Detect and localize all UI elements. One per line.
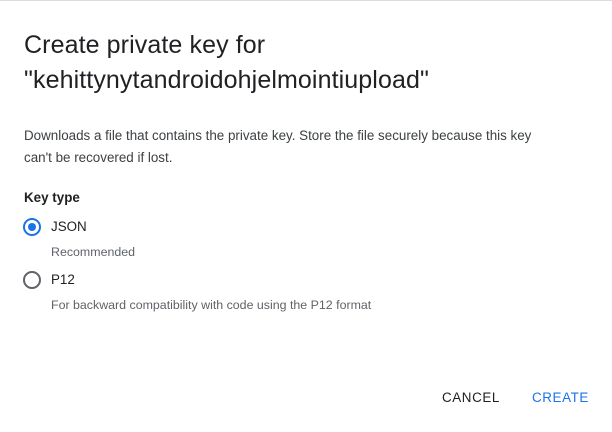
- key-type-option-json[interactable]: JSON: [23, 218, 87, 236]
- key-type-option-p12[interactable]: P12: [23, 271, 75, 289]
- dialog-description: Downloads a file that contains the priva…: [24, 125, 584, 169]
- dialog-description-line-1: Downloads a file that contains the priva…: [24, 128, 532, 143]
- json-option-hint: Recommended: [51, 245, 136, 259]
- p12-radio-button[interactable]: [23, 271, 41, 289]
- create-button[interactable]: CREATE: [532, 385, 589, 409]
- key-type-label: Key type: [24, 190, 80, 205]
- dialog-title: Create private key for "kehittynytandroi…: [24, 28, 584, 98]
- create-private-key-dialog: Create private key for "kehittynytandroi…: [0, 0, 612, 432]
- dialog-title-line-1: Create private key for: [24, 31, 266, 59]
- json-option-label[interactable]: JSON: [51, 218, 87, 236]
- dialog-description-line-2: can't be recovered if lost.: [24, 150, 173, 165]
- p12-option-hint: For backward compatibility with code usi…: [51, 298, 372, 312]
- p12-option-label[interactable]: P12: [51, 271, 75, 289]
- dialog-title-line-2: "kehittynytandroidohjelmointiupload": [24, 66, 429, 94]
- cancel-button[interactable]: CANCEL: [442, 385, 500, 409]
- json-radio-button[interactable]: [23, 218, 41, 236]
